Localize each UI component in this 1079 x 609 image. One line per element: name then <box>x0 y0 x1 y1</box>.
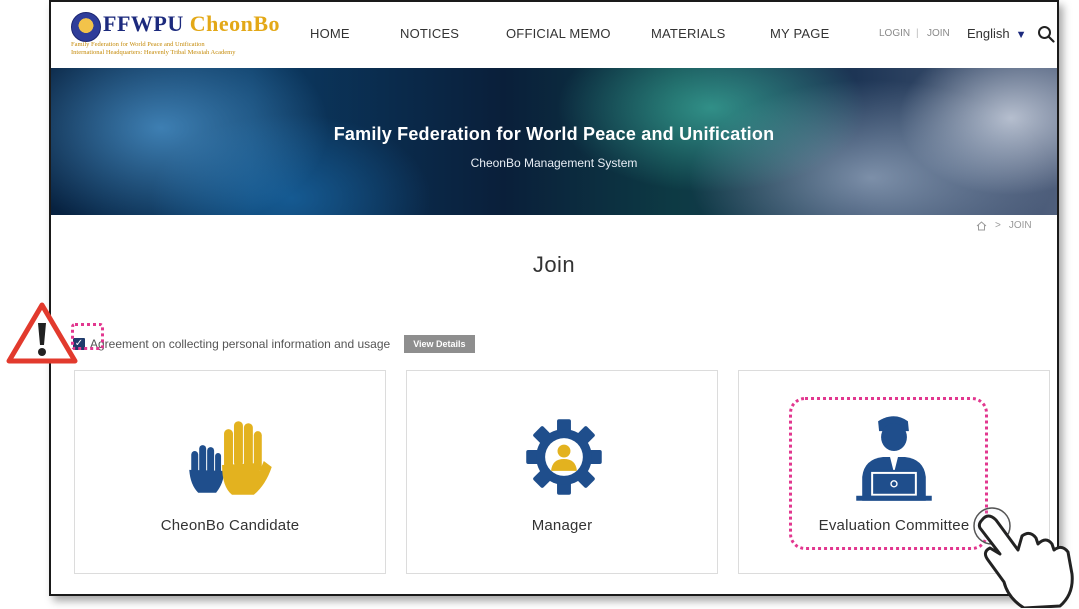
nav-notices[interactable]: NOTICES <box>400 26 459 41</box>
banner-subtitle: CheonBo Management System <box>470 156 638 170</box>
nav-official-memo[interactable]: OFFICIAL MEMO <box>506 26 611 41</box>
language-value: English <box>967 26 1010 41</box>
search-icon[interactable] <box>1037 25 1055 43</box>
breadcrumb-current: JOIN <box>1008 220 1032 231</box>
logo-subtitle-2: International Headquarters: Heavenly Tri… <box>71 49 236 56</box>
logo-brand-main: FFWPU <box>103 11 184 36</box>
site-header: FFWPU CheonBo Family Federation for Worl… <box>51 2 1057 68</box>
checkbox-highlight <box>71 323 104 350</box>
view-details-button[interactable]: View Details <box>404 335 475 353</box>
warning-triangle-icon <box>6 302 78 364</box>
caret-down-icon: ▼ <box>1015 29 1027 41</box>
util-separator: | <box>916 28 919 39</box>
page-title: Join <box>532 252 576 277</box>
agreement-label: Agreement on collecting personal informa… <box>90 337 391 351</box>
breadcrumb: > JOIN <box>976 220 1032 231</box>
logo-subtitle-1: Family Federation for World Peace and Un… <box>71 41 205 48</box>
card-label-cheonbo-candidate: CheonBo Candidate <box>160 517 300 534</box>
card-manager[interactable]: Manager <box>406 370 718 574</box>
pointing-hand-icon <box>973 507 1074 608</box>
logo-emblem-icon <box>71 12 101 42</box>
join-link[interactable]: JOIN <box>927 28 950 39</box>
login-link[interactable]: LOGIN <box>879 28 910 39</box>
nav-materials[interactable]: MATERIALS <box>651 26 726 41</box>
language-select[interactable]: English ▼ <box>967 26 1027 41</box>
site-logo[interactable]: FFWPU CheonBo Family Federation for Worl… <box>71 11 301 62</box>
card-label-manager: Manager <box>531 517 593 534</box>
card-cheonbo-candidate[interactable]: CheonBo Candidate <box>74 370 386 574</box>
banner-title: Family Federation for World Peace and Un… <box>333 124 775 144</box>
logo-brand-accent: CheonBo <box>189 11 280 36</box>
nav-home[interactable]: HOME <box>310 26 350 41</box>
home-icon[interactable] <box>976 220 987 231</box>
breadcrumb-separator: > <box>995 220 1001 231</box>
gear-person-icon <box>526 419 602 495</box>
hero-banner: Family Federation for World Peace and Un… <box>51 68 1057 215</box>
raised-hands-icon <box>189 421 272 495</box>
logo-wordmark: FFWPU CheonBo <box>103 11 280 37</box>
agreement-row: ✓ Agreement on collecting personal infor… <box>73 335 475 353</box>
nav-my-page[interactable]: MY PAGE <box>770 26 829 41</box>
